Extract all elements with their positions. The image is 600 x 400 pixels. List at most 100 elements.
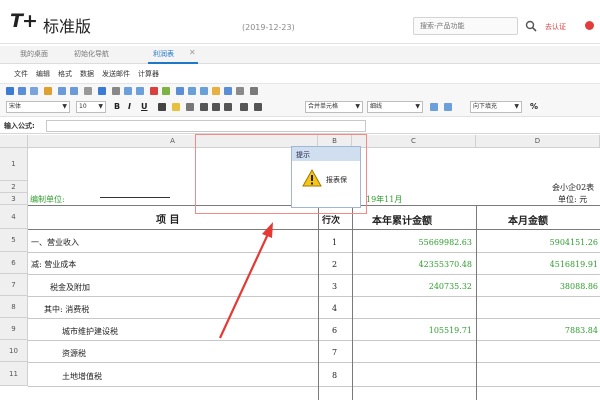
menu-format[interactable]: 格式	[58, 69, 72, 79]
sum-icon[interactable]	[236, 87, 244, 95]
font-select[interactable]: 宋体 ▼	[6, 101, 70, 113]
col-header-d[interactable]: D	[476, 135, 600, 148]
row-line	[28, 318, 600, 319]
line-cell: 2	[332, 260, 338, 269]
fill-select[interactable]: 向下填充 ▼	[470, 101, 522, 113]
menu-file[interactable]: 文件	[14, 69, 28, 79]
underline-button[interactable]: U	[141, 102, 148, 111]
brush-icon[interactable]	[162, 87, 170, 95]
row-header[interactable]: 7	[0, 274, 28, 296]
row-header[interactable]: 11	[0, 362, 28, 386]
merge-select[interactable]: 合并单元格 ▼	[305, 101, 363, 113]
open-icon[interactable]	[44, 87, 52, 95]
align-left-icon[interactable]	[200, 103, 208, 111]
row-line	[28, 252, 600, 253]
preview-icon[interactable]	[30, 87, 38, 95]
row-header[interactable]: 4	[0, 205, 28, 229]
fill-color-icon[interactable]	[172, 103, 180, 111]
wrap-icon[interactable]	[254, 103, 262, 111]
formula-icon[interactable]	[200, 87, 208, 95]
company-label: 编制单位:	[30, 195, 65, 204]
line-cell: 4	[332, 304, 338, 313]
clear-format-icon[interactable]	[186, 103, 194, 111]
power-icon[interactable]	[585, 21, 594, 30]
save-icon[interactable]	[6, 87, 14, 95]
company-underline	[100, 197, 170, 198]
search-box[interactable]	[413, 17, 518, 35]
tab-close-icon[interactable]: ✕	[189, 48, 196, 57]
search-icon[interactable]	[525, 20, 537, 32]
undo-icon[interactable]	[58, 87, 66, 95]
dialog-title: 提示	[292, 147, 360, 161]
search-input[interactable]	[414, 18, 517, 34]
menu-data[interactable]: 数据	[80, 69, 94, 79]
border-color-icon[interactable]	[430, 103, 438, 111]
row-header[interactable]: 10	[0, 340, 28, 362]
toolbar: 宋体 ▼ 10 ▼ B I U 合并单元格 ▼ 细线 ▼ 向下填充 ▼ %	[0, 83, 600, 117]
bold-button[interactable]: B	[114, 102, 120, 111]
italic-button[interactable]: I	[128, 102, 131, 111]
chart-icon[interactable]	[212, 87, 220, 95]
border-select[interactable]: 细线 ▼	[367, 101, 423, 113]
alert-dialog[interactable]: 提示 报表保	[291, 146, 361, 208]
item-cell: 税金及附加	[50, 283, 90, 292]
menu-send-mail[interactable]: 发送邮件	[102, 69, 130, 79]
find-icon[interactable]	[84, 87, 92, 95]
unit-label: 单位: 元	[558, 195, 588, 204]
percent-button[interactable]: %	[530, 102, 538, 111]
sort-icon[interactable]	[176, 87, 184, 95]
grid-corner	[0, 135, 28, 148]
line-cell: 8	[332, 371, 338, 380]
item-cell: 土地增值税	[62, 372, 102, 381]
row-line	[28, 362, 600, 363]
menu-edit[interactable]: 编辑	[36, 69, 50, 79]
header-item: 项 目	[156, 215, 180, 226]
valign-icon[interactable]	[240, 103, 248, 111]
table-border	[476, 205, 477, 400]
month-cell: 4516819.91	[549, 260, 598, 269]
ytd-cell: 55669982.63	[418, 238, 472, 247]
copy-icon[interactable]	[124, 87, 132, 95]
print-icon[interactable]	[18, 87, 26, 95]
menu-calculator[interactable]: 计算器	[138, 69, 159, 79]
redo-icon[interactable]	[70, 87, 78, 95]
header-ytd: 本年累计金额	[372, 216, 432, 227]
tab-init-nav[interactable]: 初始化导航	[74, 49, 109, 59]
item-cell: 减: 营业成本	[31, 260, 77, 269]
merge-value: 合并单元格	[308, 103, 339, 110]
ytd-cell: 105519.71	[428, 326, 472, 335]
row-line	[28, 296, 600, 297]
size-value: 10	[79, 103, 87, 110]
item-cell: 城市维护建设税	[62, 327, 118, 336]
app-header: T+ 标准版 (2019-12-23) 去认证	[0, 0, 600, 44]
row-header[interactable]: 5	[0, 229, 28, 252]
row-header[interactable]: 9	[0, 318, 28, 340]
certify-link[interactable]: 去认证	[545, 22, 566, 32]
tab-income-statement[interactable]: 利润表	[153, 49, 174, 59]
active-tab-indicator	[148, 62, 198, 64]
align-right-icon[interactable]	[224, 103, 232, 111]
formula-input[interactable]	[46, 120, 366, 132]
delete-icon[interactable]	[150, 87, 158, 95]
row-header[interactable]: 1	[0, 148, 28, 181]
font-color-icon[interactable]	[158, 103, 166, 111]
row-header[interactable]: 3	[0, 193, 28, 205]
item-cell: 一、营业收入	[31, 238, 79, 247]
grid-icon[interactable]	[250, 87, 258, 95]
row-header[interactable]: 2	[0, 181, 28, 193]
cut-icon[interactable]	[112, 87, 120, 95]
row-header[interactable]: 8	[0, 296, 28, 318]
col-header-c[interactable]: C	[352, 135, 476, 148]
format-painter-icon[interactable]	[444, 103, 452, 111]
login-date: (2019-12-23)	[242, 23, 295, 32]
size-select[interactable]: 10 ▼	[76, 101, 106, 113]
period-label: 19年11月	[366, 195, 403, 204]
row-header[interactable]: 6	[0, 252, 28, 274]
line-cell: 1	[332, 238, 338, 247]
insert-icon[interactable]	[224, 87, 232, 95]
settings-icon[interactable]	[98, 87, 106, 95]
filter-icon[interactable]	[188, 87, 196, 95]
tab-desktop[interactable]: 我的桌面	[20, 49, 48, 59]
paste-icon[interactable]	[136, 87, 144, 95]
align-center-icon[interactable]	[212, 103, 220, 111]
